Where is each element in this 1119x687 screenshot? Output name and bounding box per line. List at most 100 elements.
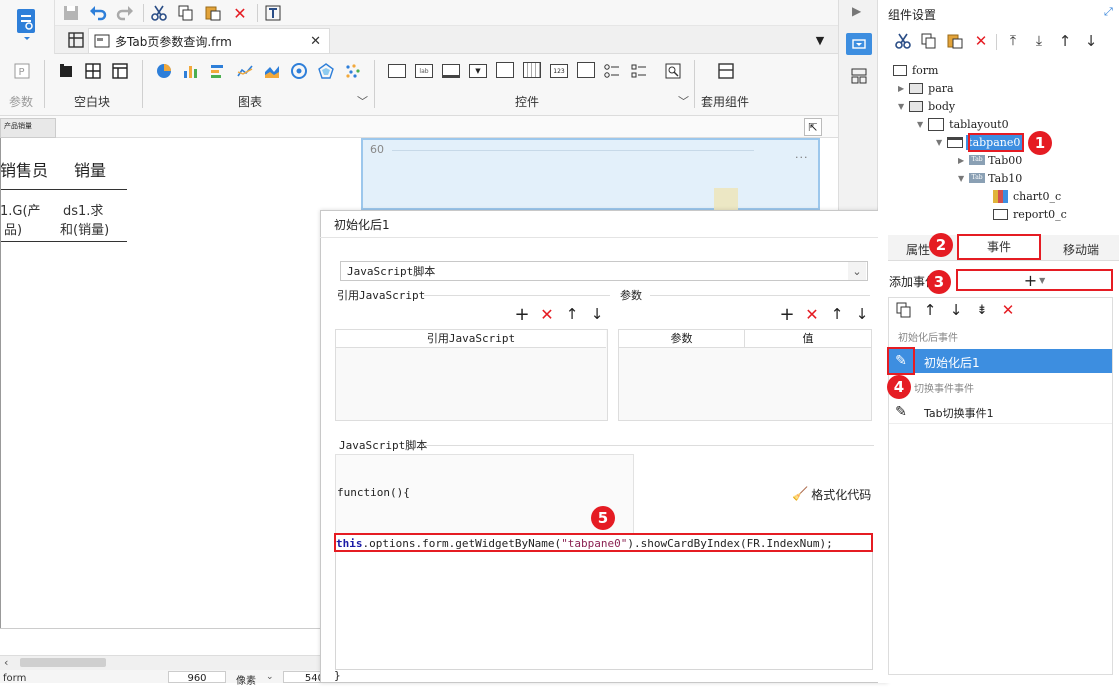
panel-move-top-icon[interactable]: ⤒ <box>1004 32 1022 50</box>
number-widget-icon[interactable]: 123 <box>550 64 568 78</box>
tree-node-tab10[interactable]: ▼ Tab Tab10 <box>958 169 1022 187</box>
status-unit-select[interactable]: 像素 <box>236 672 256 687</box>
tab-mobile[interactable]: 移动端 <box>1063 241 1099 258</box>
event-delete-icon[interactable]: ✕ <box>999 301 1017 319</box>
tree-node-form[interactable]: form <box>893 61 938 79</box>
panel-pin-icon[interactable]: ⤢ <box>1104 5 1113 19</box>
ribbon-group-template: 套用组件 <box>701 95 750 109</box>
button-widget-icon[interactable] <box>442 64 460 78</box>
pie-chart-icon[interactable] <box>155 62 173 80</box>
split-block-icon[interactable] <box>84 62 102 80</box>
panel-cut-icon[interactable] <box>894 32 912 50</box>
chart-menu-icon[interactable]: ... <box>795 148 809 161</box>
event-item-tab-switch[interactable] <box>889 400 1112 424</box>
tree-collapse-icon[interactable]: ▼ <box>898 102 904 111</box>
format-code-button[interactable]: 🧹 格式化代码 <box>792 486 871 503</box>
event-up-icon[interactable]: ↑ <box>921 301 939 319</box>
select-chevron-icon[interactable]: ⌄ <box>848 262 866 280</box>
scrollbar-thumb[interactable] <box>20 658 106 667</box>
panel-paste-icon[interactable] <box>946 32 964 50</box>
tab-menu-icon[interactable]: ▼ <box>812 32 828 48</box>
ref-js-down-icon[interactable]: ↓ <box>588 305 606 323</box>
absolute-block-icon[interactable] <box>57 62 75 80</box>
redo-icon[interactable] <box>116 4 134 22</box>
ref-js-delete-icon[interactable]: ✕ <box>538 305 556 324</box>
area-chart-icon[interactable] <box>263 62 281 80</box>
panel-move-up-icon[interactable]: ↑ <box>1056 32 1074 50</box>
widget-group-expand-icon[interactable]: ﹀ <box>678 93 689 109</box>
tree-node-body[interactable]: ▼ body <box>898 97 955 115</box>
save-icon[interactable] <box>62 4 80 22</box>
tree-node-para[interactable]: ▶ para <box>898 79 954 97</box>
tree-expand-icon[interactable]: ▶ <box>898 84 904 93</box>
search-widget-icon[interactable] <box>664 62 682 80</box>
chart-node-icon <box>993 189 1008 203</box>
params-up-icon[interactable]: ↑ <box>828 305 846 323</box>
app-menu-icon[interactable] <box>14 6 40 42</box>
undo-icon[interactable] <box>89 4 107 22</box>
tree-node-tab00[interactable]: ▶ Tab Tab00 <box>958 151 1022 169</box>
event-item-after-init[interactable] <box>889 349 1112 373</box>
radar-chart-icon[interactable] <box>317 62 335 80</box>
widget-settings-toggle-icon[interactable] <box>846 33 872 55</box>
panel-move-down-icon[interactable]: ↓ <box>1082 32 1100 50</box>
tree-collapse-icon[interactable]: ▼ <box>936 138 942 147</box>
status-width-input[interactable]: 960 <box>168 671 226 684</box>
params-down-icon[interactable]: ↓ <box>853 305 871 323</box>
event-sort-icon[interactable]: ⇟ <box>973 301 991 319</box>
date-widget-icon[interactable] <box>523 62 541 78</box>
paste-icon[interactable] <box>204 4 222 22</box>
radio-group-icon[interactable] <box>603 62 621 80</box>
format-painter-icon[interactable] <box>264 4 282 22</box>
event-edit-icon-2[interactable]: ✎ <box>889 400 913 424</box>
tree-expand-icon[interactable]: ▶ <box>958 156 964 165</box>
panel-delete-icon[interactable]: ✕ <box>972 32 990 50</box>
canvas-top-ruler <box>0 116 838 138</box>
tab-block-icon[interactable] <box>111 62 129 80</box>
tree-collapse-icon[interactable]: ▼ <box>958 174 964 183</box>
delete-icon[interactable]: ✕ <box>231 4 249 23</box>
layout-toggle-icon[interactable] <box>848 66 870 86</box>
params-delete-icon[interactable]: ✕ <box>803 305 821 324</box>
ref-js-add-icon[interactable]: + <box>513 304 531 325</box>
param-icon[interactable]: P <box>13 62 31 80</box>
checkbox-group-icon[interactable] <box>630 62 648 80</box>
chart-widget[interactable] <box>361 138 820 210</box>
event-copy-icon[interactable] <box>895 301 913 319</box>
expand-widget-icon[interactable]: ⇱ <box>804 118 822 136</box>
grid-view-icon[interactable] <box>66 31 86 49</box>
tree-node-tablayout0[interactable]: ▼ tablayout0 <box>917 115 1009 133</box>
bar-chart-icon[interactable] <box>182 62 200 80</box>
doc-tab[interactable]: 多Tab页参数查询.frm ✕ <box>88 28 330 53</box>
hbar-chart-icon[interactable] <box>209 62 227 80</box>
label-widget-icon[interactable] <box>388 64 406 78</box>
tree-widget-icon[interactable] <box>496 62 514 78</box>
event-down-icon[interactable]: ↓ <box>947 301 965 319</box>
text-widget-icon[interactable]: lab <box>415 64 433 78</box>
template-component-icon[interactable] <box>717 62 735 80</box>
cut-icon[interactable] <box>150 4 168 22</box>
close-tab-icon[interactable]: ✕ <box>310 34 321 49</box>
params-add-icon[interactable]: + <box>778 304 796 325</box>
tree-collapse-icon[interactable]: ▼ <box>917 120 923 129</box>
code-editor[interactable] <box>335 534 873 670</box>
annotation-badge-2: 2 <box>929 233 953 257</box>
script-type-select[interactable]: JavaScript脚本 <box>340 261 868 281</box>
panel-copy-icon[interactable] <box>920 32 938 50</box>
scatter-chart-icon[interactable] <box>344 62 362 80</box>
ref-js-up-icon[interactable]: ↑ <box>563 305 581 323</box>
status-unit-chevron-icon[interactable]: ⌄ <box>266 672 274 682</box>
tab-properties[interactable]: 属性 <box>906 241 930 258</box>
gauge-chart-icon[interactable] <box>290 62 308 80</box>
scroll-left-icon[interactable]: ‹ <box>4 656 8 669</box>
script-section-label: JavaScript脚本 <box>339 439 428 452</box>
panel-move-bottom-icon[interactable]: ⤓ <box>1030 32 1048 50</box>
combo-widget-icon[interactable]: ▼ <box>469 64 487 78</box>
copy-icon[interactable] <box>177 4 195 22</box>
chart-group-expand-icon[interactable]: ﹀ <box>357 93 368 109</box>
tree-node-chart0-c[interactable]: chart0_c <box>993 187 1061 205</box>
tree-node-report0-c[interactable]: report0_c <box>993 205 1067 223</box>
textarea-widget-icon[interactable] <box>577 62 595 78</box>
line-chart-icon[interactable] <box>236 62 254 80</box>
collapse-arrow-icon[interactable]: ▶ <box>852 4 861 18</box>
